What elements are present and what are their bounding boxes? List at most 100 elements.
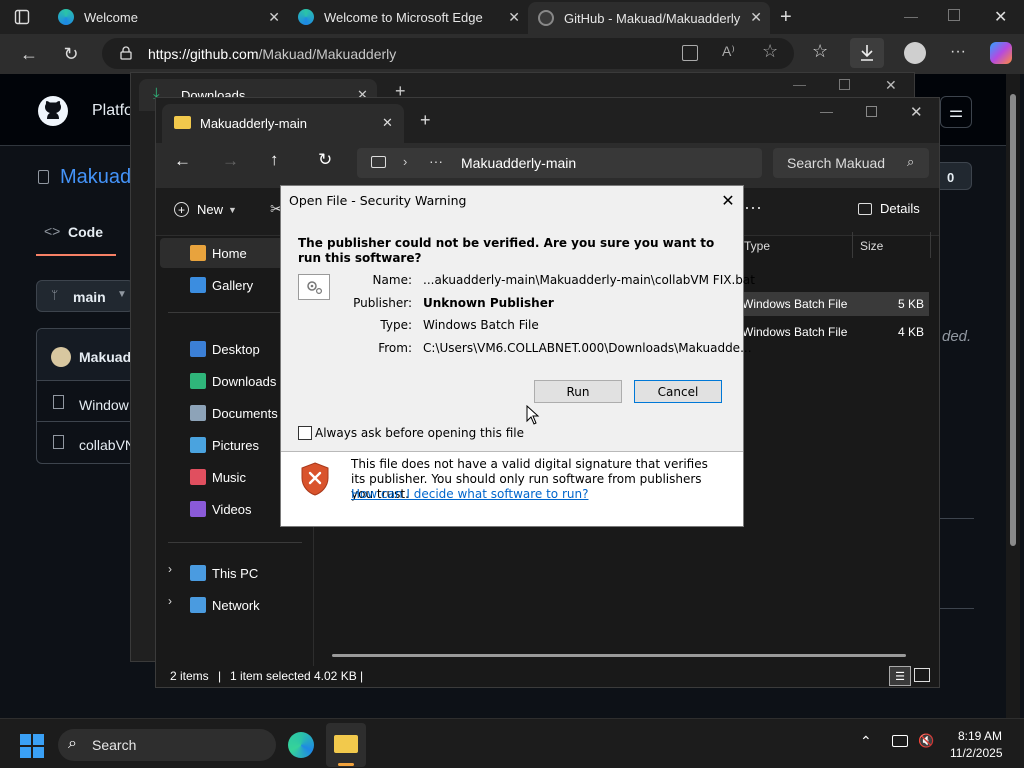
- overflow-icon[interactable]: ···: [429, 153, 443, 169]
- divider: [940, 608, 974, 609]
- close-tab-icon[interactable]: ✕: [382, 115, 393, 131]
- column-divider: [930, 232, 931, 258]
- refresh-icon[interactable]: ↻: [56, 39, 86, 69]
- downloads-icon[interactable]: [850, 38, 884, 68]
- taskbar-search[interactable]: ⌕ Search: [58, 729, 276, 761]
- help-link[interactable]: How can I decide what software to run?: [351, 487, 588, 501]
- close-window-icon[interactable]: ✕: [910, 103, 923, 121]
- sidebar-label: Documents: [212, 406, 278, 421]
- scrollbar-thumb[interactable]: [1010, 94, 1016, 546]
- cancel-button[interactable]: Cancel: [634, 380, 722, 403]
- menu-icon[interactable]: ⚌: [940, 96, 972, 128]
- sidebar-item-this-pc[interactable]: This PC: [160, 558, 310, 588]
- repo-owner-link[interactable]: Makuad: [60, 166, 131, 189]
- minimize-icon[interactable]: —: [793, 77, 806, 92]
- folder-icon: [174, 116, 191, 129]
- back-icon[interactable]: ←: [174, 151, 191, 171]
- restore-icon[interactable]: [948, 9, 960, 21]
- search-placeholder: Search Makuad: [787, 155, 886, 171]
- type-label: Type:: [380, 318, 412, 332]
- new-button[interactable]: + New ▼: [174, 202, 237, 217]
- branch-selector[interactable]: ᛘ main ▼: [36, 280, 134, 312]
- always-ask-label[interactable]: Always ask before opening this file: [315, 426, 524, 440]
- network-status-icon[interactable]: [892, 735, 908, 747]
- back-icon[interactable]: ←: [14, 39, 44, 69]
- new-tab-icon[interactable]: +: [780, 6, 792, 29]
- clock-date[interactable]: 11/2/2025: [950, 746, 1003, 760]
- lock-icon: [120, 46, 132, 60]
- new-tab-icon[interactable]: +: [420, 110, 431, 131]
- commit-author[interactable]: Makuad: [79, 349, 131, 365]
- browser-tab-welcome[interactable]: Welcome ✕: [48, 0, 288, 34]
- address-bar[interactable]: https://github.com/Makuad/Makuadderly A⁾…: [102, 38, 794, 69]
- sidebar-divider: [168, 542, 302, 543]
- network-icon: [190, 597, 206, 613]
- tab-actions-icon[interactable]: [14, 9, 30, 25]
- horizontal-scrollbar[interactable]: [332, 654, 906, 657]
- search-input[interactable]: Search Makuad ⌕: [773, 148, 929, 178]
- status-separator: |: [218, 669, 222, 683]
- more-options-icon[interactable]: ···: [744, 197, 762, 218]
- clock-time[interactable]: 8:19 AM: [958, 729, 1002, 743]
- batch-file-icon: [298, 274, 330, 300]
- column-header-type[interactable]: Type: [744, 239, 770, 253]
- explorer-navbar: ← → ↑ ↻ › ··· Makuadderly-main Search Ma…: [156, 143, 939, 188]
- browser-tab-edge-welcome[interactable]: Welcome to Microsoft Edge ✕: [288, 0, 528, 34]
- chevron-up-icon[interactable]: ⌃: [860, 733, 872, 750]
- url-path: /Makuad/Makuadderly: [258, 45, 397, 62]
- plus-circle-icon: +: [174, 202, 189, 217]
- breadcrumb[interactable]: › ··· Makuadderly-main: [357, 148, 762, 178]
- sidebar-item-network[interactable]: Network: [160, 590, 310, 620]
- copilot-icon[interactable]: [990, 42, 1012, 64]
- status-bar: 2 items | 1 item selected 4.02 KB | ☰: [156, 666, 939, 687]
- repo-icon: [38, 170, 49, 184]
- refresh-icon[interactable]: ↻: [318, 150, 332, 170]
- app-available-icon[interactable]: [682, 45, 698, 61]
- browser-tab-github[interactable]: GitHub - Makuad/Makuadderly ✕: [528, 2, 770, 34]
- scrollbar-track[interactable]: [1006, 74, 1020, 718]
- sidebar-label: Gallery: [212, 278, 254, 293]
- breadcrumb-current[interactable]: Makuadderly-main: [461, 155, 576, 171]
- minimize-icon[interactable]: —: [820, 104, 833, 119]
- profile-avatar-icon[interactable]: [904, 42, 926, 64]
- edge-taskbar-icon[interactable]: [288, 732, 314, 758]
- platform-nav-label[interactable]: Platfo: [92, 102, 133, 120]
- close-tab-icon[interactable]: ✕: [508, 9, 520, 26]
- windows-start-icon[interactable]: [20, 734, 44, 758]
- faded-readme-note: ded.: [942, 328, 972, 345]
- file-row[interactable]: collabVN: [79, 437, 135, 453]
- close-window-icon[interactable]: ✕: [994, 7, 1007, 27]
- file-row[interactable]: Window: [79, 397, 129, 413]
- tab-code[interactable]: Code: [68, 224, 103, 240]
- run-button[interactable]: Run: [534, 380, 622, 403]
- sidebar-label: Desktop: [212, 342, 260, 357]
- details-button[interactable]: Details: [858, 201, 920, 216]
- details-view-icon[interactable]: ☰: [889, 666, 911, 686]
- close-tab-icon[interactable]: ✕: [750, 9, 762, 26]
- volume-muted-icon[interactable]: 🔇: [918, 733, 934, 749]
- column-header-size[interactable]: Size: [860, 239, 883, 253]
- tab-label: Welcome to Microsoft Edge: [324, 9, 483, 25]
- up-icon[interactable]: ↑: [270, 150, 279, 170]
- close-icon[interactable]: ✕: [715, 189, 741, 211]
- favorites-icon[interactable]: ☆: [812, 41, 828, 62]
- dialog-title: Open File - Security Warning: [289, 193, 467, 208]
- more-options-icon[interactable]: ···: [950, 43, 966, 61]
- videos-icon: [190, 501, 206, 517]
- maximize-icon[interactable]: [866, 106, 877, 117]
- music-icon: [190, 469, 206, 485]
- minimize-icon[interactable]: —: [904, 8, 918, 24]
- forward-icon[interactable]: →: [222, 151, 239, 171]
- explorer-taskbar-icon[interactable]: [326, 723, 366, 767]
- read-aloud-icon[interactable]: A⁾: [722, 43, 735, 60]
- maximize-icon[interactable]: [839, 79, 850, 90]
- always-ask-checkbox[interactable]: [298, 426, 312, 440]
- tiles-view-icon[interactable]: [914, 668, 930, 682]
- close-tab-icon[interactable]: ✕: [268, 9, 280, 26]
- new-label: New: [197, 202, 224, 217]
- close-window-icon[interactable]: ✕: [885, 77, 897, 94]
- favorite-star-icon[interactable]: ☆: [762, 41, 778, 62]
- explorer-tab[interactable]: Makuadderly-main ✕: [162, 104, 404, 143]
- details-label: Details: [880, 201, 920, 216]
- github-logo-icon[interactable]: [38, 96, 68, 126]
